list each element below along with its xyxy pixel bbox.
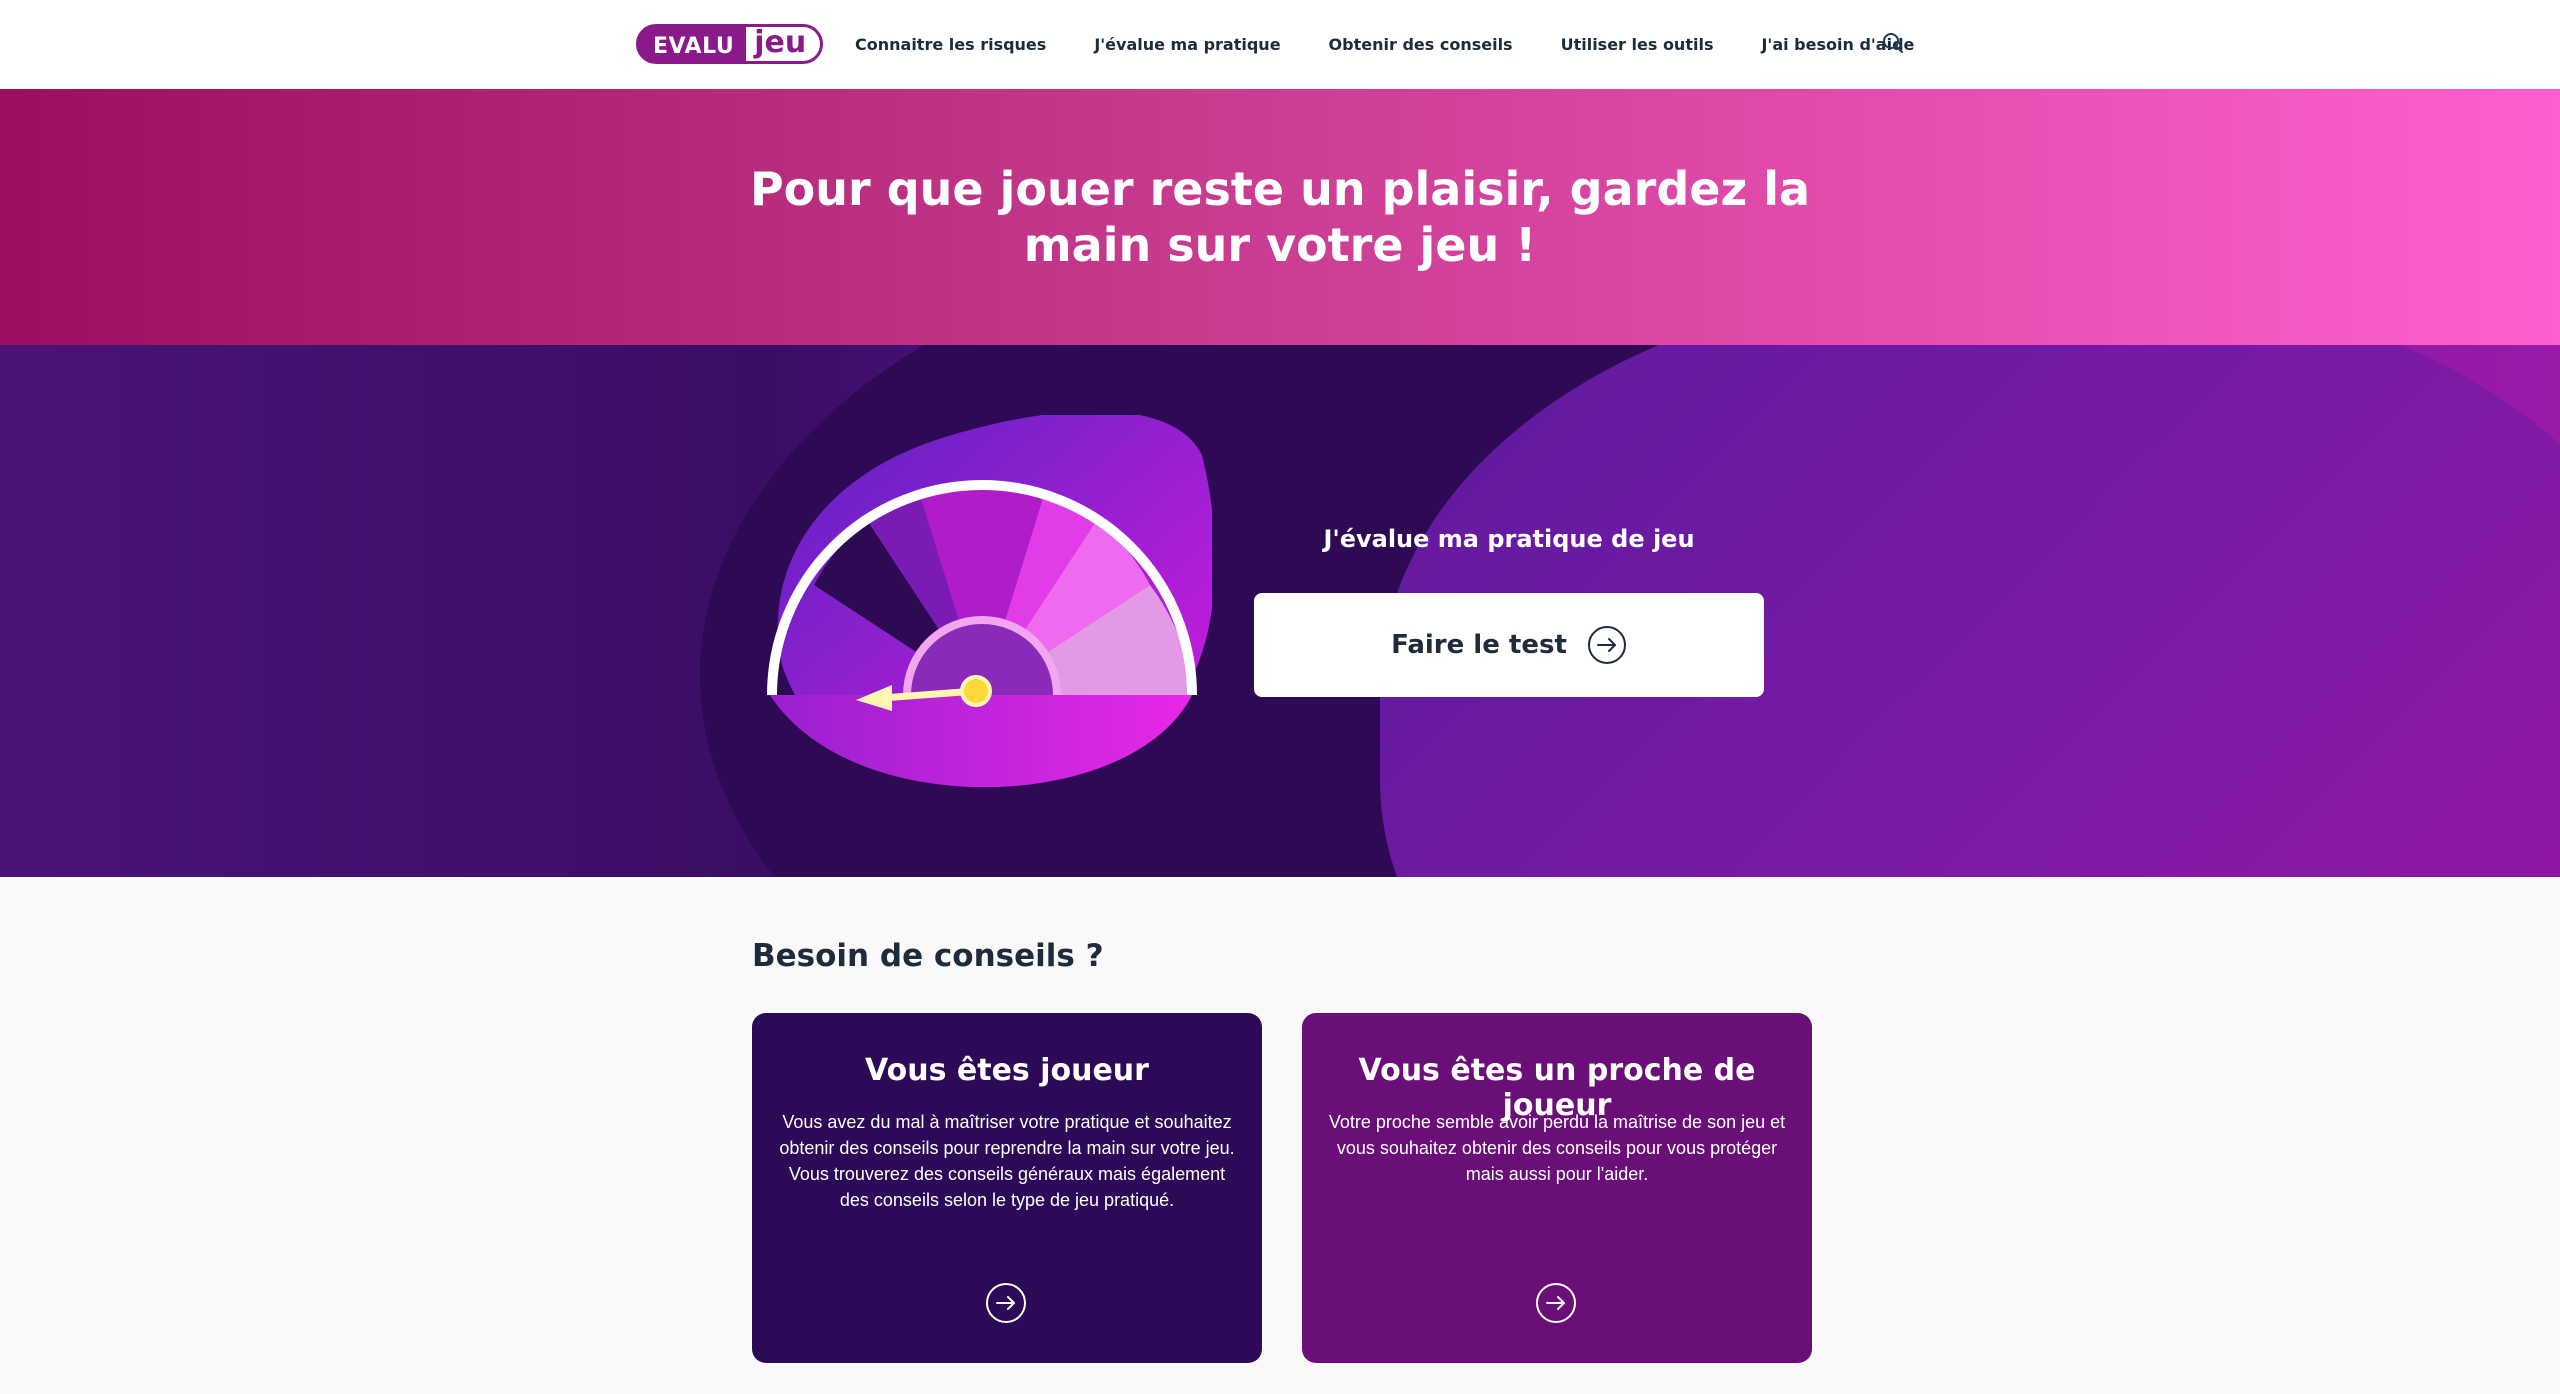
site-header: EVALU jeu Connaitre les risques J'évalue…: [0, 0, 2560, 89]
card-title: Vous êtes joueur: [865, 1053, 1149, 1088]
main-nav: Connaitre les risques J'évalue ma pratiq…: [855, 0, 1962, 89]
logo-text-jeu: jeu: [743, 24, 824, 64]
take-test-button[interactable]: Faire le test: [1254, 593, 1764, 697]
nav-item-connaitre-risques[interactable]: Connaitre les risques: [855, 35, 1046, 54]
evaluation-hero: J'évalue ma pratique de jeu Faire le tes…: [0, 345, 2560, 877]
arrow-right-circle-icon[interactable]: [1534, 1281, 1578, 1325]
advice-section-title: Besoin de conseils ?: [752, 938, 1104, 974]
nav-item-utiliser-outils[interactable]: Utiliser les outils: [1561, 35, 1714, 54]
nav-item-evalue-pratique[interactable]: J'évalue ma pratique: [1094, 35, 1280, 54]
advice-card-player[interactable]: Vous êtes joueur Vous avez du mal à maît…: [752, 1013, 1262, 1363]
card-text: Vous avez du mal à maîtriser votre prati…: [779, 1112, 1235, 1210]
take-test-label: Faire le test: [1391, 630, 1567, 660]
advice-card-relative[interactable]: Vous êtes un proche de joueur Votre proc…: [1302, 1013, 1812, 1363]
gauge-meter-icon: [767, 415, 1212, 788]
arrow-right-circle-icon[interactable]: [984, 1281, 1028, 1325]
card-text: Votre proche semble avoir perdu la maîtr…: [1328, 1112, 1786, 1184]
logo-text-evalu: EVALU: [636, 24, 744, 64]
evalujeu-logo[interactable]: EVALU jeu: [636, 24, 824, 64]
hero-banner: Pour que jouer reste un plaisir, gardez …: [0, 89, 2560, 345]
banner-title: Pour que jouer reste un plaisir, gardez …: [749, 162, 1811, 272]
search-icon[interactable]: [1882, 32, 1904, 54]
evaluation-label: J'évalue ma pratique de jeu: [1323, 525, 1695, 553]
arrow-right-circle-icon: [1587, 626, 1626, 664]
nav-item-obtenir-conseils[interactable]: Obtenir des conseils: [1329, 35, 1513, 54]
